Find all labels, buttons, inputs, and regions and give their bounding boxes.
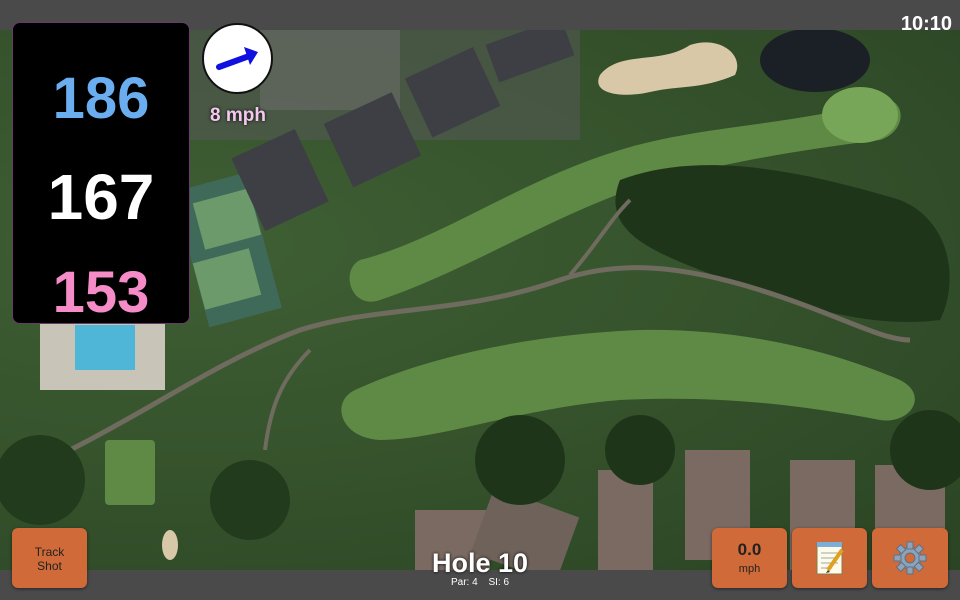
wind-speed-label: 8 mph <box>210 105 266 126</box>
back-distance: 186 <box>52 66 150 131</box>
wind-speed-value: 0.0 <box>737 540 762 559</box>
hole-stroke-index: SI: 6 <box>488 577 510 588</box>
notepad-icon <box>816 542 844 575</box>
hole-title: Hole 10 <box>431 548 529 578</box>
wind-direction-indicator <box>202 23 273 94</box>
distance-panel: 186 167 153 <box>12 22 190 325</box>
wind-speed-unit: mph <box>738 563 761 575</box>
track-shot-button[interactable]: Track Shot <box>12 528 87 588</box>
notes-button[interactable] <box>792 528 867 588</box>
settings-button[interactable] <box>872 528 948 588</box>
middle-distance: 167 <box>47 161 155 233</box>
wind-speed-button[interactable]: 0.0 mph <box>712 528 787 588</box>
gear-icon <box>893 541 927 575</box>
track-shot-label-line1: Track <box>34 545 65 559</box>
hole-par: Par: 4 <box>450 577 478 588</box>
front-distance: 153 <box>52 260 150 325</box>
arrow-icon <box>216 47 258 70</box>
track-shot-label-line2: Shot <box>37 559 62 573</box>
hole-info: Par: 4 SI: 6 <box>380 577 580 588</box>
